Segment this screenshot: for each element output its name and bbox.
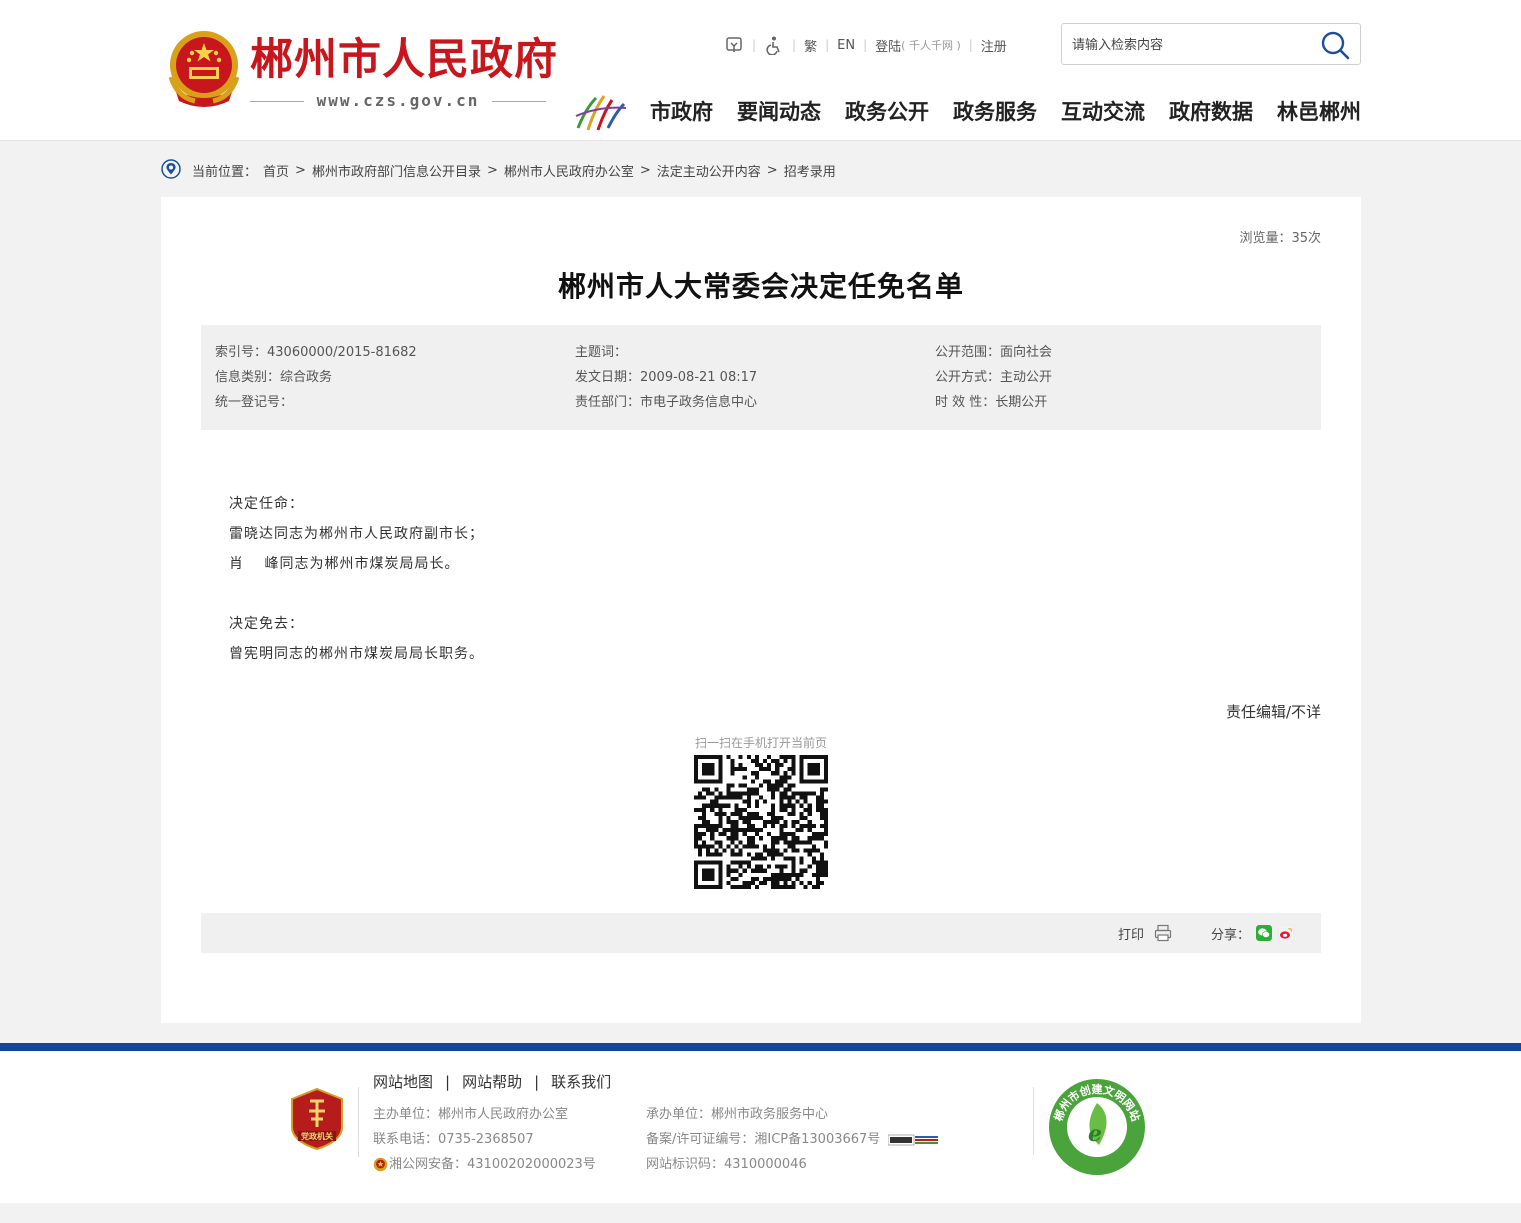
search-input[interactable] <box>1072 34 1312 56</box>
meta-dept: 责任部门：市电子政务信息中心 <box>575 395 758 410</box>
register-link[interactable]: 注册 <box>981 36 1007 55</box>
nav-item-government-data[interactable]: 政府数据 <box>1169 90 1253 134</box>
police-badge-icon <box>373 1157 388 1172</box>
accessibility-icon[interactable] <box>764 35 784 55</box>
nav-item-linyi-chenzhou[interactable]: 林邑郴州 <box>1277 90 1361 134</box>
body-appoint-heading: 决定任命： <box>229 496 304 512</box>
article-title: 郴州市人大常委会决定任免名单 <box>557 270 964 303</box>
party-government-badge-icon[interactable]: 党政机关 <box>290 1087 344 1151</box>
meta-subject: 主题词： <box>575 345 628 360</box>
login-note: ( 千人千网 ) <box>901 39 961 52</box>
breadcrumb-government-office[interactable]: 郴州市人民政府办公室 <box>504 161 634 180</box>
national-emblem-icon[interactable] <box>165 27 243 111</box>
main-nav: 市政府 要闻动态 政务公开 政务服务 互动交流 政府数据 林邑郴州 <box>574 90 1361 134</box>
breadcrumb-recruitment[interactable]: 招考录用 <box>784 161 836 180</box>
footer-site-code: 网站标识码：4310000046 <box>646 1157 807 1172</box>
footer-bottom-strip <box>0 1203 1521 1223</box>
footer-operator: 承办单位：郴州市政务服务中心 <box>646 1107 829 1122</box>
meta-category: 信息类别：综合政务 <box>215 370 333 385</box>
meta-method: 公开方式：主动公开 <box>935 370 1053 385</box>
wechat-icon[interactable] <box>1256 925 1273 941</box>
breadcrumb-statutory-disclosure[interactable]: 法定主动公开内容 <box>657 161 761 180</box>
footer-police-record[interactable]: 湘公网安备：43100202000023号 <box>373 1152 596 1177</box>
svg-text:e: e <box>1088 1121 1102 1147</box>
site-footer: 党政机关 网站地图 | 网站帮助 | 联系我们 主办单位：郴州市人民政府办公室 … <box>0 1051 1521 1203</box>
footer-link-sitemap[interactable]: 网站地图 <box>373 1071 433 1092</box>
nav-item-news[interactable]: 要闻动态 <box>737 90 821 134</box>
meta-reg-no: 统一登记号： <box>215 395 294 410</box>
meta-index-no: 索引号：43060000/2015-81682 <box>215 345 417 360</box>
icp-record-icon <box>888 1134 939 1145</box>
footer-links: 网站地图 | 网站帮助 | 联系我们 <box>373 1071 612 1092</box>
meta-scope: 公开范围：面向社会 <box>935 345 1053 360</box>
site-url: www.czs.gov.cn <box>250 90 546 112</box>
nav-item-city-government[interactable]: 市政府 <box>650 90 713 134</box>
nav-item-government-affairs-disclosure[interactable]: 政务公开 <box>845 90 929 134</box>
body-appoint-line-1: 雷晓达同志为郴州市人民政府副市长； <box>229 526 484 542</box>
elder-mode-icon[interactable] <box>724 35 744 55</box>
footer-link-contact[interactable]: 联系我们 <box>551 1071 611 1092</box>
traditional-chinese-link[interactable]: 繁 <box>804 36 817 55</box>
english-link[interactable]: EN <box>837 38 855 53</box>
location-pin-icon <box>161 159 181 179</box>
nav-item-government-services[interactable]: 政务服务 <box>953 90 1037 134</box>
view-count: 浏览量：35次 <box>1239 231 1321 246</box>
body-remove-line-1: 曾宪明同志的郴州市煤炭局局长职务。 <box>229 646 484 662</box>
article-meta: 索引号：43060000/2015-81682 主题词： 公开范围：面向社会 信… <box>201 325 1321 430</box>
breadcrumb-disclosure-directory[interactable]: 郴州市政府部门信息公开目录 <box>312 161 481 180</box>
city-logo-icon <box>575 95 627 131</box>
site-header: 郴州市人民政府 www.czs.gov.cn | | 繁 | EN | 登陆 (… <box>0 0 1521 141</box>
footer-divider <box>0 1043 1521 1051</box>
qr-label: 扫一扫在手机打开当前页 <box>694 736 827 750</box>
footer-link-help[interactable]: 网站帮助 <box>462 1071 522 1092</box>
printer-icon <box>1154 924 1172 942</box>
badge-text: 党政机关 <box>301 1131 333 1141</box>
civilized-website-badge-icon[interactable]: 郴州市创建文明网站 e <box>1047 1077 1147 1177</box>
breadcrumb-home[interactable]: 首页 <box>263 161 289 180</box>
meta-validity: 时 效 性：长期公开 <box>935 395 1048 410</box>
search-box <box>1061 23 1361 65</box>
qr-code-icon <box>694 755 828 889</box>
print-label: 打印 <box>1118 927 1145 943</box>
body-remove-heading: 决定免去： <box>229 616 304 632</box>
print-button[interactable]: 打印 <box>1118 913 1172 953</box>
footer-icp[interactable]: 备案/许可证编号：湘ICP备13003667号 <box>646 1127 939 1152</box>
share-area: 分享： <box>1211 913 1295 953</box>
weibo-icon[interactable] <box>1278 925 1295 941</box>
article-actions: 打印 分享： <box>201 913 1321 953</box>
breadcrumb: 当前位置： 首页 > 郴州市政府部门信息公开目录 > 郴州市人民政府办公室 > … <box>161 157 836 183</box>
footer-phone: 联系电话：0735-2368507 <box>373 1132 534 1147</box>
nav-item-interaction[interactable]: 互动交流 <box>1061 90 1145 134</box>
footer-vertical-divider-2 <box>1033 1087 1034 1155</box>
footer-vertical-divider <box>358 1087 359 1157</box>
share-label: 分享： <box>1211 927 1251 943</box>
article-body: 决定任命： 雷晓达同志为郴州市人民政府副市长； 肖 峰同志为郴州市煤炭局局长。 … <box>229 489 484 669</box>
site-name: 郴州市人民政府 <box>250 35 558 85</box>
article-card: 浏览量：35次 郴州市人大常委会决定任免名单 索引号：43060000/2015… <box>161 197 1361 1023</box>
body-appoint-line-2: 肖 峰同志为郴州市煤炭局局长。 <box>229 556 460 572</box>
login-link[interactable]: 登陆 <box>875 36 901 55</box>
search-icon[interactable] <box>1320 30 1350 60</box>
breadcrumb-label: 当前位置： <box>192 164 258 180</box>
footer-host: 主办单位：郴州市人民政府办公室 <box>373 1107 569 1122</box>
meta-date: 发文日期：2009-08-21 08:17 <box>575 370 758 385</box>
responsible-editor: 责任编辑/不详 <box>1225 703 1321 721</box>
top-toolbar: | | 繁 | EN | 登陆 ( 千人千网 ) | 注册 <box>724 34 1007 56</box>
